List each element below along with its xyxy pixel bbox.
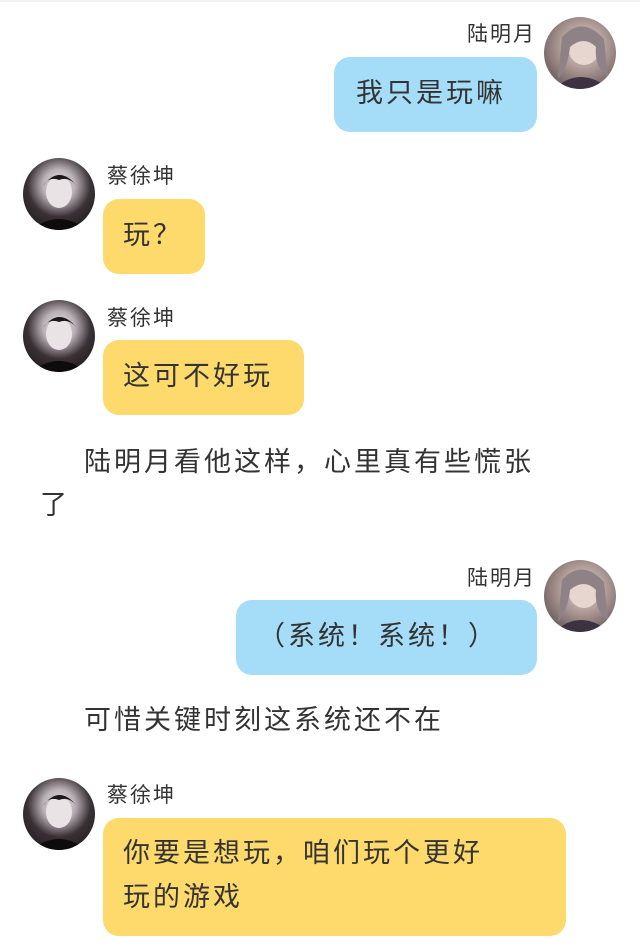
male-avatar-photo <box>31 795 87 850</box>
message-bubble[interactable]: 玩？ <box>103 199 205 274</box>
narration-text: 了 <box>40 490 70 521</box>
message-bubble[interactable]: 这可不好玩 <box>103 340 304 415</box>
avatar[interactable] <box>544 17 616 89</box>
message-line: 你要是想玩，咱们玩个更好 <box>123 838 483 869</box>
message-bubble[interactable]: 我只是玩嘛 <box>334 57 537 132</box>
sender-name: 蔡徐坤 <box>107 306 176 330</box>
message-bubble[interactable]: （系统！系统！） <box>236 600 537 675</box>
top-divider <box>0 0 640 2</box>
female-avatar-photo <box>554 26 610 89</box>
female-avatar-photo <box>554 569 610 632</box>
male-avatar-photo <box>31 317 87 372</box>
sender-name: 蔡徐坤 <box>107 164 176 188</box>
message-bubble[interactable]: 你要是想玩，咱们玩个更好 玩的游戏 <box>103 818 566 936</box>
avatar[interactable] <box>23 300 95 372</box>
narration-text: 陆明月看他这样，心里真有些慌张 <box>84 447 534 478</box>
narration-text: 可惜关键时刻这系统还不在 <box>84 705 444 736</box>
avatar[interactable] <box>544 560 616 632</box>
message-line: 玩的游戏 <box>123 882 243 913</box>
avatar[interactable] <box>23 158 95 230</box>
sender-name: 陆明月 <box>467 22 536 46</box>
male-avatar-photo <box>31 175 87 230</box>
sender-name: 陆明月 <box>467 566 536 590</box>
avatar[interactable] <box>23 778 95 850</box>
sender-name: 蔡徐坤 <box>107 783 176 807</box>
